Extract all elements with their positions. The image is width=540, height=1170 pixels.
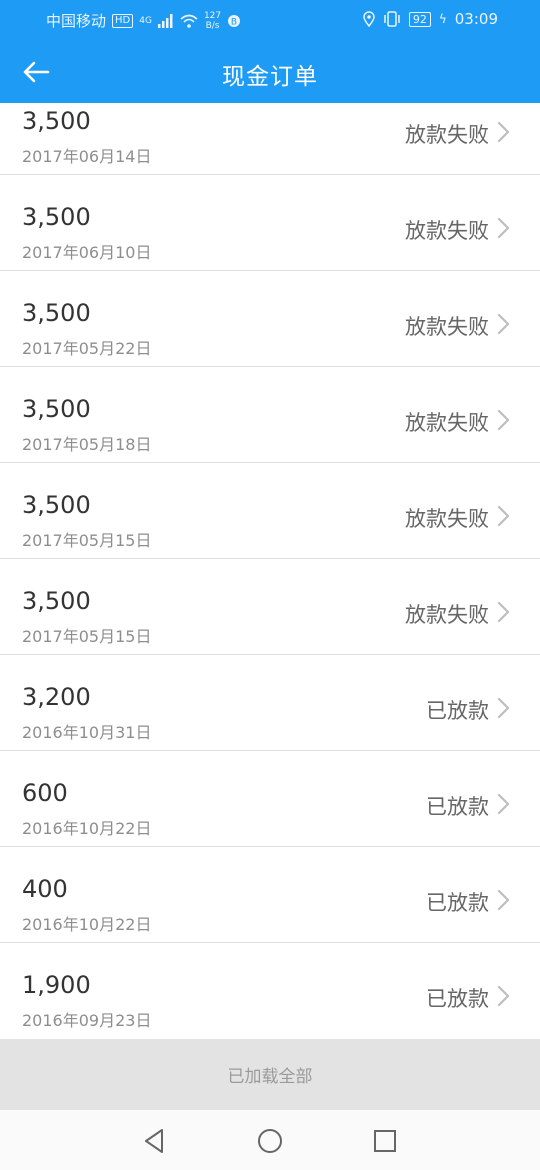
- chevron-right-icon: [497, 793, 510, 815]
- order-item[interactable]: 3,500 2017年05月15日 放款失败: [0, 559, 540, 655]
- order-status: 放款失败: [405, 603, 489, 627]
- status-right: 92 ϟ 03:09: [363, 10, 498, 28]
- order-date: 2017年05月15日: [22, 627, 152, 646]
- nav-home-icon[interactable]: [255, 1126, 285, 1156]
- order-date: 2016年09月23日: [22, 1011, 152, 1030]
- order-item[interactable]: 600 2016年10月22日 已放款: [0, 751, 540, 847]
- order-status: 放款失败: [405, 219, 489, 243]
- order-status: 放款失败: [405, 123, 489, 147]
- vibrate-icon: [384, 11, 400, 27]
- order-status: 已放款: [426, 699, 489, 723]
- chevron-right-icon: [497, 313, 510, 335]
- hd-badge: HD: [112, 13, 134, 28]
- carrier-label: 中国移动: [46, 12, 107, 30]
- order-amount: 1,900: [22, 971, 91, 999]
- charging-icon: ϟ: [438, 12, 447, 26]
- order-amount: 3,500: [22, 395, 91, 423]
- system-nav-bar: [0, 1110, 540, 1170]
- wifi-icon: [180, 14, 198, 28]
- order-date: 2017年06月10日: [22, 243, 152, 262]
- order-amount: 3,500: [22, 491, 91, 519]
- order-status: 已放款: [426, 795, 489, 819]
- order-status: 放款失败: [405, 507, 489, 531]
- location-icon: [363, 11, 375, 27]
- chevron-right-icon: [497, 505, 510, 527]
- battery-indicator: 92: [408, 11, 431, 27]
- network-speed: 127 B/s: [204, 11, 221, 31]
- status-left: 中国移动 HD 4G 127 B/s B: [46, 10, 241, 31]
- status-bar: 中国移动 HD 4G 127 B/s B 92 ϟ 03:09: [0, 0, 540, 40]
- signal-icon: [157, 13, 173, 28]
- page-title: 现金订单: [222, 64, 318, 90]
- chevron-right-icon: [497, 985, 510, 1007]
- nav-back-icon[interactable]: [140, 1126, 170, 1156]
- speed-value: 127: [203, 10, 222, 21]
- order-amount: 3,500: [22, 299, 91, 327]
- chevron-right-icon: [497, 889, 510, 911]
- order-date: 2017年05月18日: [22, 435, 152, 454]
- chevron-right-icon: [497, 121, 510, 143]
- app-header: 现金订单: [0, 40, 540, 103]
- order-item[interactable]: 3,500 2017年06月10日 放款失败: [0, 175, 540, 271]
- nav-recents-icon[interactable]: [370, 1126, 400, 1156]
- loaded-all-label: 已加载全部: [227, 1067, 313, 1087]
- order-item[interactable]: 400 2016年10月22日 已放款: [0, 847, 540, 943]
- order-item[interactable]: 3,500 2017年05月18日 放款失败: [0, 367, 540, 463]
- svg-text:B: B: [231, 17, 237, 27]
- chevron-right-icon: [497, 601, 510, 623]
- order-date: 2016年10月22日: [22, 819, 152, 838]
- loaded-all-footer: 已加载全部: [0, 1039, 540, 1110]
- order-list[interactable]: 3,500 2017年06月14日 放款失败 3,500 2017年06月10日…: [0, 103, 540, 1039]
- order-status: 放款失败: [405, 315, 489, 339]
- order-amount: 3,500: [22, 203, 91, 231]
- chevron-right-icon: [497, 697, 510, 719]
- order-amount: 600: [22, 779, 68, 807]
- order-status: 已放款: [426, 987, 489, 1011]
- order-status: 放款失败: [405, 411, 489, 435]
- network-type: 4G: [139, 15, 152, 26]
- notification-icon: B: [228, 14, 241, 27]
- clock: 03:09: [454, 10, 498, 28]
- chevron-right-icon: [497, 409, 510, 431]
- order-item[interactable]: 3,500 2017年05月15日 放款失败: [0, 463, 540, 559]
- order-amount: 3,500: [22, 587, 91, 615]
- order-item[interactable]: 3,500 2017年06月14日 放款失败: [0, 103, 540, 175]
- order-date: 2016年10月22日: [22, 915, 152, 934]
- order-date: 2017年06月14日: [22, 147, 152, 166]
- order-date: 2016年10月31日: [22, 723, 152, 742]
- order-item[interactable]: 3,500 2017年05月22日 放款失败: [0, 271, 540, 367]
- order-item[interactable]: 3,200 2016年10月31日 已放款: [0, 655, 540, 751]
- order-item[interactable]: 1,900 2016年09月23日 已放款: [0, 943, 540, 1039]
- order-amount: 3,200: [22, 683, 91, 711]
- order-date: 2017年05月22日: [22, 339, 152, 358]
- speed-unit: B/s: [205, 20, 220, 31]
- order-amount: 400: [22, 875, 68, 903]
- order-date: 2017年05月15日: [22, 531, 152, 550]
- order-status: 已放款: [426, 891, 489, 915]
- order-amount: 3,500: [22, 107, 91, 135]
- chevron-right-icon: [497, 217, 510, 239]
